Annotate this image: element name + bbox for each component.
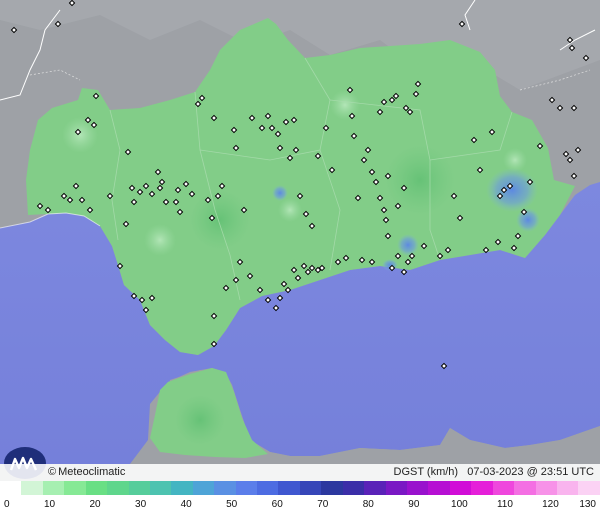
info-bar: © Meteoclimatic DGST (km/h) 07-03-2023 @ … [0, 464, 600, 481]
variable-label: DGST (km/h) [393, 466, 459, 478]
gust-hotspot [397, 234, 419, 256]
legend-swatch [235, 481, 258, 495]
legend-swatch [257, 481, 279, 495]
variable-and-time: DGST (km/h) 07-03-2023 @ 23:51 UTC [394, 466, 595, 478]
wind-gust-map [0, 0, 600, 481]
legend-swatch [214, 481, 236, 495]
legend-tick: 20 [89, 499, 101, 510]
copyright-symbol: © [48, 466, 57, 478]
legend-swatch [449, 481, 472, 495]
shade-blob [175, 395, 225, 445]
shade-blob [190, 190, 250, 250]
shade-blob [385, 145, 455, 215]
brand-credit: © Meteoclimatic [48, 466, 125, 478]
legend-swatch [42, 481, 65, 495]
legend-tick: 130 [579, 499, 596, 510]
legend-tick: 60 [271, 499, 283, 510]
legend-swatch [364, 481, 386, 495]
timestamp: 07-03-2023 @ 23:51 UTC [467, 466, 594, 478]
legend-swatch [428, 481, 450, 495]
legend-swatch [128, 481, 150, 495]
legend-swatch [556, 481, 579, 495]
legend-color-bar [0, 481, 600, 495]
legend-swatch [21, 481, 43, 495]
legend-tick: 80 [362, 499, 374, 510]
legend-swatch [64, 481, 86, 495]
legend-swatch [85, 481, 108, 495]
legend-tick: 120 [542, 499, 559, 510]
legend-tick: 90 [408, 499, 420, 510]
legend-swatch [471, 481, 493, 495]
brand-name: Meteoclimatic [58, 466, 126, 478]
legend-swatch [321, 481, 343, 495]
legend-swatch [149, 481, 172, 495]
shade-blob [330, 90, 360, 120]
gust-hotspot [272, 185, 288, 201]
legend-swatch [492, 481, 515, 495]
shade-blob [62, 117, 98, 153]
legend-swatch [0, 481, 22, 495]
legend-swatch [342, 481, 365, 495]
legend-swatch [514, 481, 536, 495]
legend-swatch [107, 481, 129, 495]
legend-tick: 100 [451, 499, 468, 510]
gust-hotspot [516, 208, 540, 232]
legend-tick: 30 [135, 499, 147, 510]
legend-swatch [278, 481, 300, 495]
legend-swatch [171, 481, 193, 495]
legend-swatch [385, 481, 408, 495]
color-legend: 0 10 20 30 40 50 60 70 80 90 100 110 120 130 [0, 481, 600, 517]
legend-tick: 10 [43, 499, 56, 510]
legend-swatch [407, 481, 429, 495]
gust-hotspot [486, 168, 538, 212]
legend-tick: 70 [317, 499, 329, 510]
legend-swatch [192, 481, 215, 495]
legend-tick-labels: 0 10 20 30 40 50 60 70 80 90 100 110 120 130 [0, 497, 600, 513]
legend-swatch [578, 481, 600, 495]
legend-tick: 0 [4, 499, 10, 510]
shade-blob [278, 198, 302, 222]
legend-tick: 50 [226, 499, 238, 510]
legend-tick: 110 [496, 499, 513, 510]
legend-swatch [299, 481, 322, 495]
map-view: © Meteoclimatic DGST (km/h) 07-03-2023 @ … [0, 0, 600, 517]
legend-swatch [535, 481, 557, 495]
shade-blob [144, 224, 176, 256]
legend-tick: 40 [180, 499, 192, 510]
